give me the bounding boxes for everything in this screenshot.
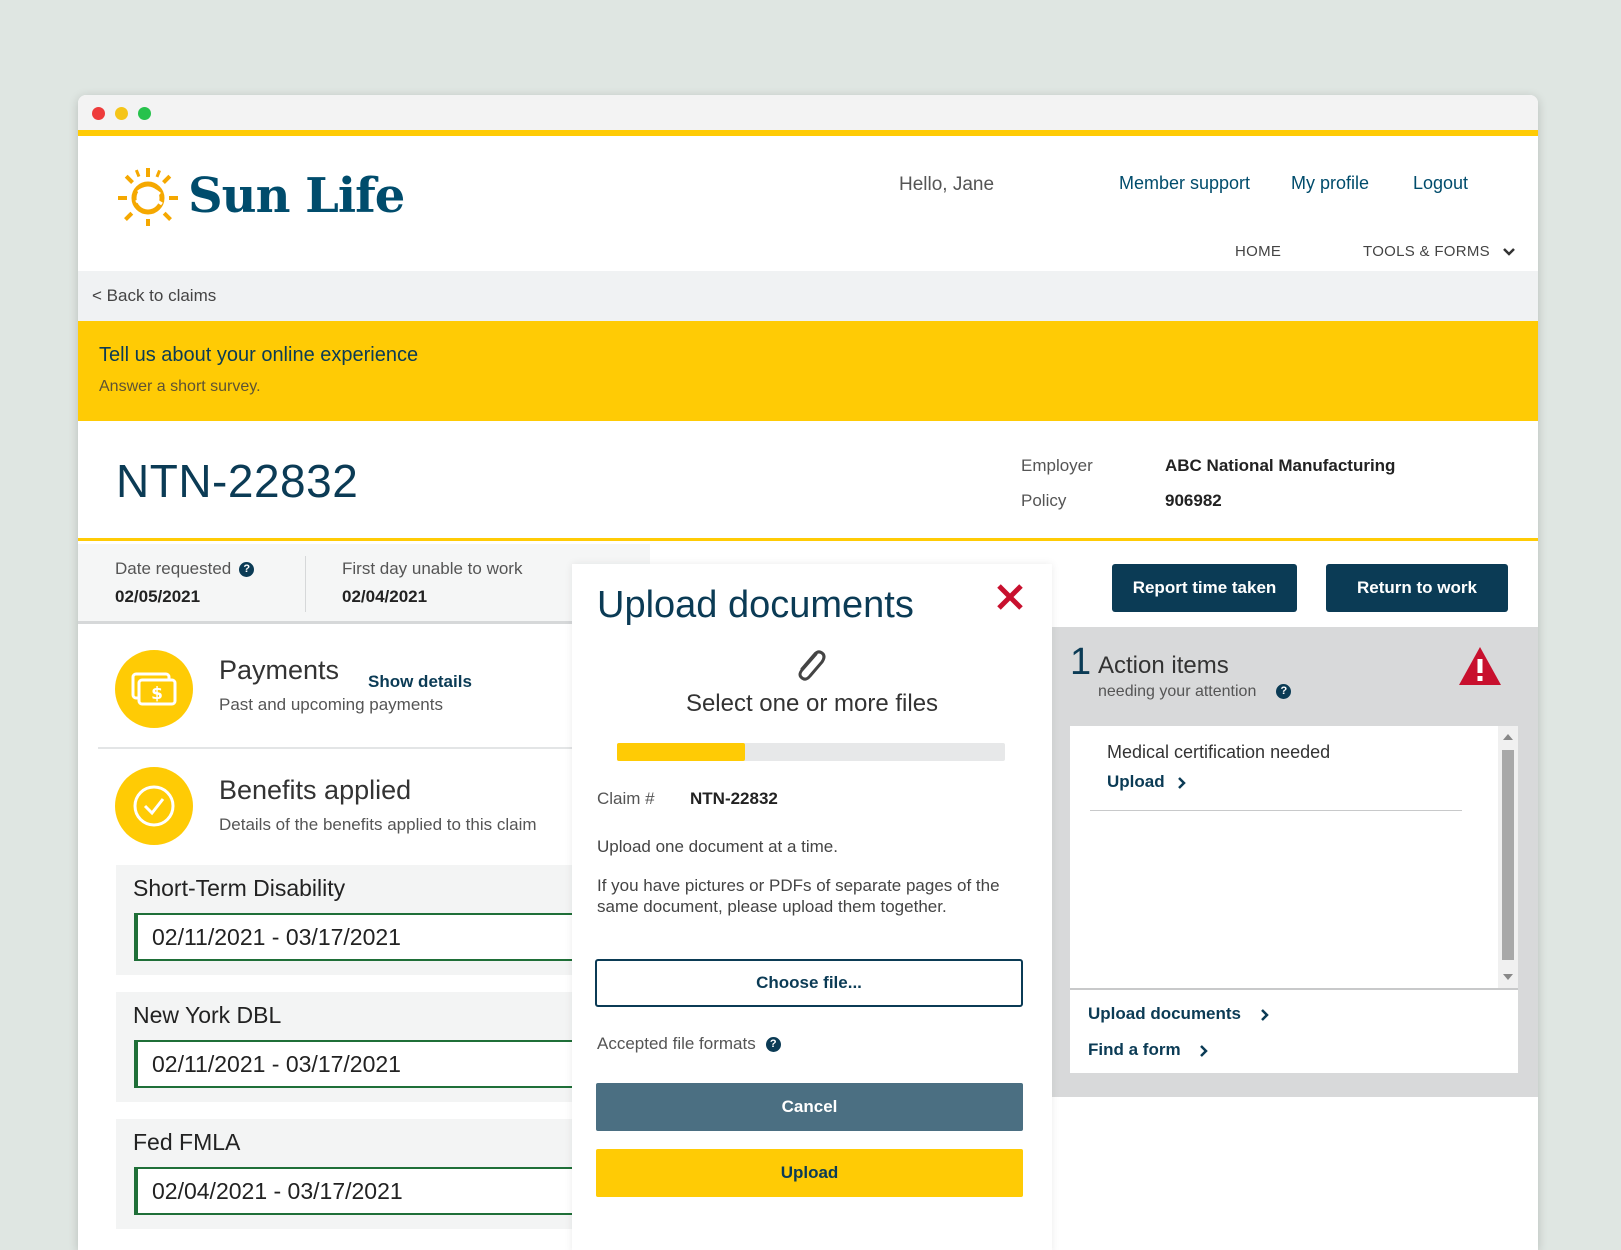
select-files-label[interactable]: Select one or more files (572, 690, 1052, 718)
logout-link[interactable]: Logout (1413, 173, 1468, 194)
survey-title[interactable]: Tell us about your online experience (99, 344, 418, 367)
nav-tools-forms-label: TOOLS & FORMS (1363, 243, 1490, 260)
upload-link-label: Upload (1107, 772, 1165, 791)
accepted-formats-text: Accepted file formats (597, 1034, 756, 1053)
action-items-subtitle: needing your attention? (1098, 683, 1292, 701)
chevron-right-icon (1260, 1008, 1269, 1021)
site-header: Sun Life Hello, Jane Member support My p… (78, 136, 1538, 271)
scrollbar[interactable] (1498, 726, 1518, 988)
help-icon[interactable]: ? (765, 1037, 781, 1053)
date-requested-label: Date requested? (115, 559, 255, 579)
employer-label: Employer (1021, 456, 1093, 475)
my-profile-link[interactable]: My profile (1291, 173, 1369, 194)
divider (305, 556, 306, 612)
action-item-title: Medical certification needed (1107, 742, 1331, 762)
member-support-link[interactable]: Member support (1119, 173, 1250, 194)
show-details-link[interactable]: Show details (368, 672, 472, 692)
help-icon[interactable]: ? (1276, 684, 1292, 700)
survey-subtitle: Answer a short survey. (99, 378, 261, 395)
payments-icon: $ (115, 650, 193, 728)
action-item-upload-link[interactable]: Upload (1107, 772, 1187, 792)
payments-title: Payments (219, 655, 340, 685)
date-requested-value: 02/05/2021 (115, 587, 201, 606)
close-window-button[interactable] (92, 107, 105, 120)
scroll-up-arrow-icon[interactable] (1503, 734, 1513, 740)
divider (98, 747, 650, 749)
warning-icon (1459, 647, 1501, 685)
accepted-formats-label: Accepted file formats? (597, 1034, 781, 1054)
employer-value: ABC National Manufacturing (1165, 456, 1396, 475)
maximize-window-button[interactable] (138, 107, 151, 120)
action-items-panel: 1 Action items needing your attention? M… (1052, 627, 1538, 1097)
policy-label: Policy (1021, 491, 1067, 510)
paperclip-icon (798, 650, 826, 681)
action-items-subtitle-text: needing your attention (1098, 683, 1257, 700)
date-requested-label-text: Date requested (115, 559, 232, 578)
sun-logo-icon (118, 168, 178, 226)
user-greeting: Hello, Jane (899, 174, 995, 195)
svg-text:$: $ (151, 684, 163, 704)
checkmark-icon (115, 767, 193, 845)
cancel-button[interactable]: Cancel (596, 1083, 1023, 1131)
upload-progress-bar (617, 743, 1005, 761)
upload-documents-link[interactable]: Upload documents (1088, 1004, 1270, 1024)
return-to-work-button[interactable]: Return to work (1326, 564, 1508, 612)
nav-tools-forms[interactable]: TOOLS & FORMS (1363, 243, 1516, 260)
back-to-claims-link[interactable]: < Back to claims (92, 286, 216, 306)
benefits-title: Benefits applied (219, 775, 412, 805)
claim-number-value: NTN-22832 (690, 789, 778, 808)
window-titlebar (78, 95, 1538, 130)
benefit-name: Fed FMLA (133, 1129, 241, 1155)
chevron-down-icon (1503, 248, 1516, 256)
action-items-count: 1 (1070, 641, 1092, 683)
chevron-right-icon (1200, 1044, 1209, 1057)
brand-name: Sun Life (188, 168, 405, 224)
benefit-name: Short-Term Disability (133, 875, 346, 901)
claim-number: NTN-22832 (116, 455, 359, 507)
report-time-taken-button[interactable]: Report time taken (1112, 564, 1297, 612)
benefit-card: Short-Term Disability 02/11/2021 - 03/17… (116, 865, 654, 975)
upload-documents-modal: Upload documents Select one or more file… (572, 564, 1052, 1250)
chevron-right-icon (1178, 776, 1187, 789)
first-day-value: 02/04/2021 (342, 587, 428, 606)
first-day-label: First day unable to work (342, 559, 523, 578)
survey-banner[interactable]: Tell us about your online experience Ans… (78, 321, 1538, 421)
scroll-thumb[interactable] (1502, 750, 1514, 960)
benefits-subtitle: Details of the benefits applied to this … (219, 815, 537, 834)
minimize-window-button[interactable] (115, 107, 128, 120)
upload-instruction-detail: If you have pictures or PDFs of separate… (597, 876, 1000, 916)
claim-header: NTN-22832 Employer ABC National Manufact… (78, 421, 1538, 541)
help-icon[interactable]: ? (239, 562, 255, 578)
upload-instruction: Upload one document at a time. (597, 837, 838, 856)
claim-number-label: Claim # (597, 789, 655, 808)
benefit-card: New York DBL 02/11/2021 - 03/17/2021 (116, 992, 654, 1102)
policy-value: 906982 (1165, 491, 1222, 510)
divider (1090, 810, 1462, 811)
find-a-form-link[interactable]: Find a form (1088, 1040, 1209, 1060)
modal-title: Upload documents (597, 584, 914, 626)
choose-file-button[interactable]: Choose file... (595, 959, 1023, 1007)
action-items-title: Action items (1098, 652, 1229, 679)
scroll-down-arrow-icon[interactable] (1503, 974, 1513, 980)
nav-home[interactable]: HOME (1235, 243, 1281, 260)
payments-subtitle: Past and upcoming payments (219, 695, 443, 714)
find-a-form-label: Find a form (1088, 1040, 1181, 1059)
sun-life-logo[interactable]: Sun Life (116, 164, 405, 228)
action-items-list: Medical certification needed Upload (1070, 726, 1518, 988)
upload-button[interactable]: Upload (596, 1149, 1023, 1197)
close-icon[interactable] (995, 582, 1025, 612)
back-bar: < Back to claims (78, 271, 1538, 321)
browser-window: Sun Life Hello, Jane Member support My p… (78, 95, 1538, 1250)
benefit-name: New York DBL (133, 1002, 282, 1028)
claim-dates: Date requested? 02/05/2021 First day una… (78, 544, 650, 624)
upload-progress-fill (617, 743, 746, 761)
upload-documents-label: Upload documents (1088, 1004, 1242, 1023)
benefit-card: Fed FMLA 02/04/2021 - 03/17/2021 (116, 1119, 654, 1229)
action-links: Upload documents Find a form (1070, 988, 1518, 1073)
